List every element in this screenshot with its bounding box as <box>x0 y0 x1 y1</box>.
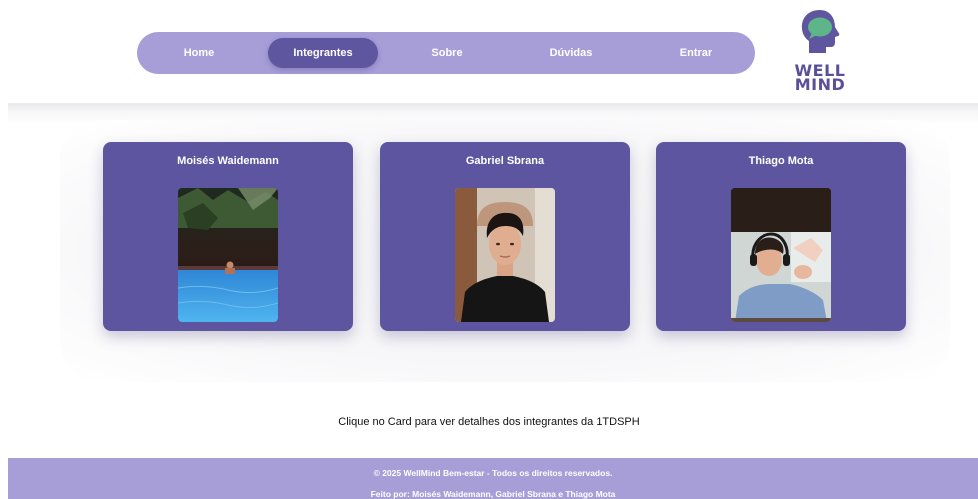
nav-home[interactable]: Home <box>157 38 241 68</box>
head-with-speech-bubble-icon <box>801 10 840 53</box>
nav-sobre[interactable]: Sobre <box>405 38 489 68</box>
member-card-gabriel[interactable]: Gabriel Sbrana <box>380 142 630 331</box>
nav-entrar[interactable]: Entrar <box>654 38 738 68</box>
cards-caption: Clique no Card para ver detalhes dos int… <box>338 416 640 428</box>
member-name: Gabriel Sbrana <box>465 155 545 167</box>
footer-credits: Feito por: Moisés Waidemann, Gabriel Sbr… <box>370 489 616 499</box>
logo-text-mind: MIND <box>794 75 846 94</box>
footer: © 2025 WellMind Bem-estar - Todos os dir… <box>8 458 978 499</box>
header: Home Integrantes Sobre Dúvidas Entrar WE… <box>0 0 978 103</box>
member-photo-pool <box>178 188 278 322</box>
member-photo-portrait <box>455 188 555 322</box>
footer-copyright: © 2025 WellMind Bem-estar - Todos os dir… <box>373 468 613 478</box>
member-name: Moisés Waidemann <box>177 155 279 167</box>
main-nav: Home Integrantes Sobre Dúvidas Entrar <box>137 32 755 74</box>
nav-duvidas[interactable]: Dúvidas <box>529 38 613 68</box>
member-card-moises[interactable]: Moisés Waidemann <box>103 142 353 331</box>
member-photo-headphones <box>731 188 831 322</box>
wellmind-logo[interactable]: WELL MIND <box>788 8 852 96</box>
nav-integrantes[interactable]: Integrantes <box>268 38 378 68</box>
member-name: Thiago Mota <box>748 155 814 167</box>
member-card-thiago[interactable]: Thiago Mota <box>656 142 906 331</box>
